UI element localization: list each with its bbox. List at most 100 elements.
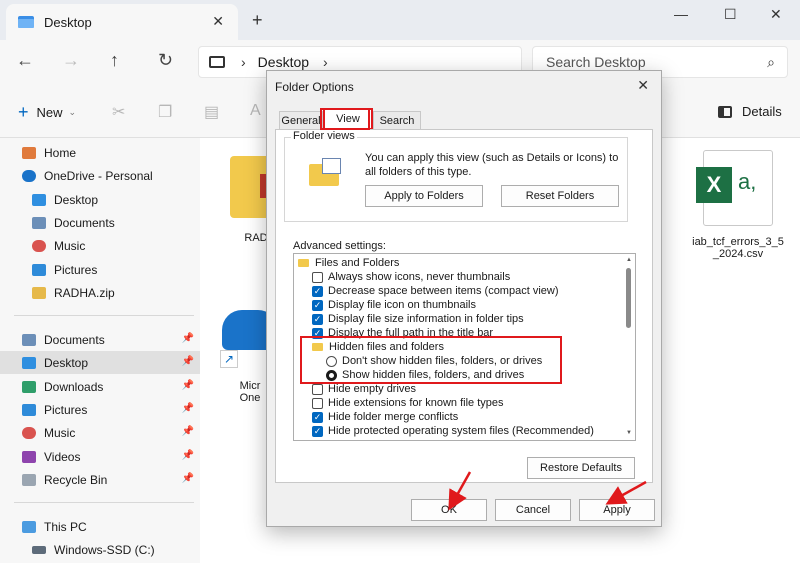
list-item[interactable]: ✓ Display the full path in the title bar <box>312 326 493 340</box>
chevron-right-icon[interactable]: › <box>323 54 328 70</box>
checkbox[interactable] <box>312 383 323 395</box>
cancel-button[interactable]: Cancel <box>495 499 571 521</box>
scroll-down-icon[interactable]: ▼ <box>626 430 632 436</box>
list-item[interactable]: ✓ Decrease space between items (compact … <box>312 284 558 298</box>
navigation-pane: Home OneDrive - Personal Desktop Documen… <box>0 138 200 563</box>
tab-desktop[interactable]: Desktop ✕ <box>6 4 238 40</box>
cut-icon[interactable]: ✂ <box>112 102 125 122</box>
folder-view-icon <box>309 158 341 186</box>
setting-label: Hide folder merge conflicts <box>328 411 459 423</box>
setting-label: Display file icon on thumbnails <box>328 299 476 311</box>
checkbox[interactable]: ✓ <box>312 285 323 297</box>
checkbox[interactable] <box>312 397 323 409</box>
sidebar-item-desktop[interactable]: Desktop <box>0 188 200 211</box>
setting-label: Display file size information in folder … <box>328 313 524 325</box>
ok-button[interactable]: OK <box>411 499 487 521</box>
sidebar-item-documents[interactable]: Documents <box>0 211 200 234</box>
checkbox[interactable]: ✓ <box>312 299 323 311</box>
list-item[interactable]: Always show icons, never thumbnails <box>312 270 510 284</box>
sidebar-item-home[interactable]: Home <box>0 141 200 164</box>
pin-icon[interactable]: 📌 <box>182 403 194 414</box>
apply-button[interactable]: Apply <box>579 499 655 521</box>
checkbox[interactable]: ✓ <box>312 327 323 339</box>
list-item[interactable]: ✓ Display file icon on thumbnails <box>312 298 476 312</box>
sidebar-item-label: Home <box>44 145 77 160</box>
forward-arrow-icon[interactable]: → <box>62 50 80 71</box>
computer-icon <box>22 520 36 533</box>
back-arrow-icon[interactable]: ← <box>16 50 34 71</box>
setting-label: Always show icons, never thumbnails <box>328 271 511 283</box>
copy-icon[interactable]: ❐ <box>158 102 172 122</box>
zip-folder-icon <box>32 286 46 299</box>
sidebar-item-radha-zip[interactable]: RADHA.zip <box>0 281 200 304</box>
rename-icon[interactable]: A <box>250 102 261 120</box>
details-button[interactable]: Details <box>718 104 782 119</box>
sidebar-item-windows-ssd[interactable]: Windows-SSD (C:) <box>0 538 200 561</box>
sidebar-item-downloads[interactable]: Downloads 📌 <box>0 375 200 398</box>
close-tab-icon[interactable]: ✕ <box>212 13 224 30</box>
sidebar-item-videos[interactable]: Videos 📌 <box>0 445 200 468</box>
paste-icon[interactable]: ▤ <box>204 102 219 122</box>
list-item[interactable]: Don't show hidden files, folders, or dri… <box>326 354 542 368</box>
sidebar-item-desktop[interactable]: Desktop 📌 <box>0 351 200 374</box>
pin-icon[interactable]: 📌 <box>182 333 194 344</box>
list-item[interactable]: Hide empty drives <box>312 382 416 396</box>
up-arrow-icon[interactable]: ↑ <box>110 50 119 71</box>
file-item[interactable]: X a, iab_tcf_errors_3_5 _2024.csv <box>682 150 794 260</box>
sidebar-item-documents[interactable]: Documents 📌 <box>0 328 200 351</box>
drive-icon <box>32 545 46 554</box>
documents-icon <box>22 333 36 346</box>
setting-label: Hide protected operating system files (R… <box>328 425 594 437</box>
radio-button[interactable] <box>326 355 337 367</box>
list-item[interactable]: Show hidden files, folders, and drives <box>326 368 524 382</box>
list-item[interactable]: ✓ Display file size information in folde… <box>312 312 524 326</box>
list-item[interactable]: Hide extensions for known file types <box>312 396 503 410</box>
new-button[interactable]: + New ⌄ <box>18 102 76 123</box>
download-icon <box>22 380 36 393</box>
maximize-icon[interactable]: ☐ <box>724 6 737 23</box>
sidebar-item-music[interactable]: Music <box>0 234 200 257</box>
sidebar-item-pictures[interactable]: Pictures 📌 <box>0 398 200 421</box>
scrollbar-thumb[interactable] <box>626 268 631 328</box>
scroll-up-icon[interactable]: ▲ <box>626 257 632 263</box>
restore-defaults-button[interactable]: Restore Defaults <box>527 457 635 479</box>
breadcrumb[interactable]: Desktop <box>258 54 309 70</box>
sidebar-item-onedrive[interactable]: OneDrive - Personal <box>0 164 200 187</box>
search-icon[interactable]: ⌕ <box>767 54 775 71</box>
title-bar: Desktop ✕ + — ☐ ✕ <box>0 0 800 40</box>
close-icon[interactable]: ✕ <box>637 77 649 94</box>
excel-icon: X <box>696 167 732 203</box>
new-tab-icon[interactable]: + <box>252 10 263 31</box>
checkbox[interactable]: ✓ <box>312 411 323 423</box>
pin-icon[interactable]: 📌 <box>182 380 194 391</box>
chevron-right-icon[interactable]: › <box>241 54 246 70</box>
radio-button[interactable] <box>326 369 337 381</box>
pin-icon[interactable]: 📌 <box>182 450 194 461</box>
list-item[interactable]: ✓ Hide folder merge conflicts <box>312 410 458 424</box>
reset-folders-button[interactable]: Reset Folders <box>501 185 619 207</box>
sidebar-item-music[interactable]: Music 📌 <box>0 421 200 444</box>
sidebar-item-pictures[interactable]: Pictures <box>0 258 200 281</box>
apply-to-folders-button[interactable]: Apply to Folders <box>365 185 483 207</box>
sidebar-item-this-pc[interactable]: This PC <box>0 515 200 538</box>
recycle-bin-icon <box>22 473 36 486</box>
close-window-icon[interactable]: ✕ <box>770 6 782 23</box>
tab-search[interactable]: Search <box>373 111 421 129</box>
pin-icon[interactable]: 📌 <box>182 356 194 367</box>
advanced-settings-list[interactable]: Files and Folders Always show icons, nev… <box>293 253 636 441</box>
sidebar-item-label: Desktop <box>44 355 89 370</box>
checkbox[interactable]: ✓ <box>312 425 323 437</box>
setting-label: Display the full path in the title bar <box>328 327 494 339</box>
tab-general[interactable]: General <box>279 111 323 129</box>
pin-icon[interactable]: 📌 <box>182 473 194 484</box>
refresh-icon[interactable]: ↻ <box>158 50 173 71</box>
list-item[interactable]: ✓ Hide protected operating system files … <box>312 424 594 438</box>
sidebar-item-recycle-bin[interactable]: Recycle Bin 📌 <box>0 468 200 491</box>
excel-csv-icon: X a, <box>696 150 773 226</box>
search-input[interactable] <box>546 54 756 70</box>
tab-view[interactable]: View <box>323 108 373 130</box>
pin-icon[interactable]: 📌 <box>182 426 194 437</box>
checkbox[interactable]: ✓ <box>312 313 323 325</box>
minimize-icon[interactable]: — <box>674 6 688 22</box>
checkbox[interactable] <box>312 271 323 283</box>
